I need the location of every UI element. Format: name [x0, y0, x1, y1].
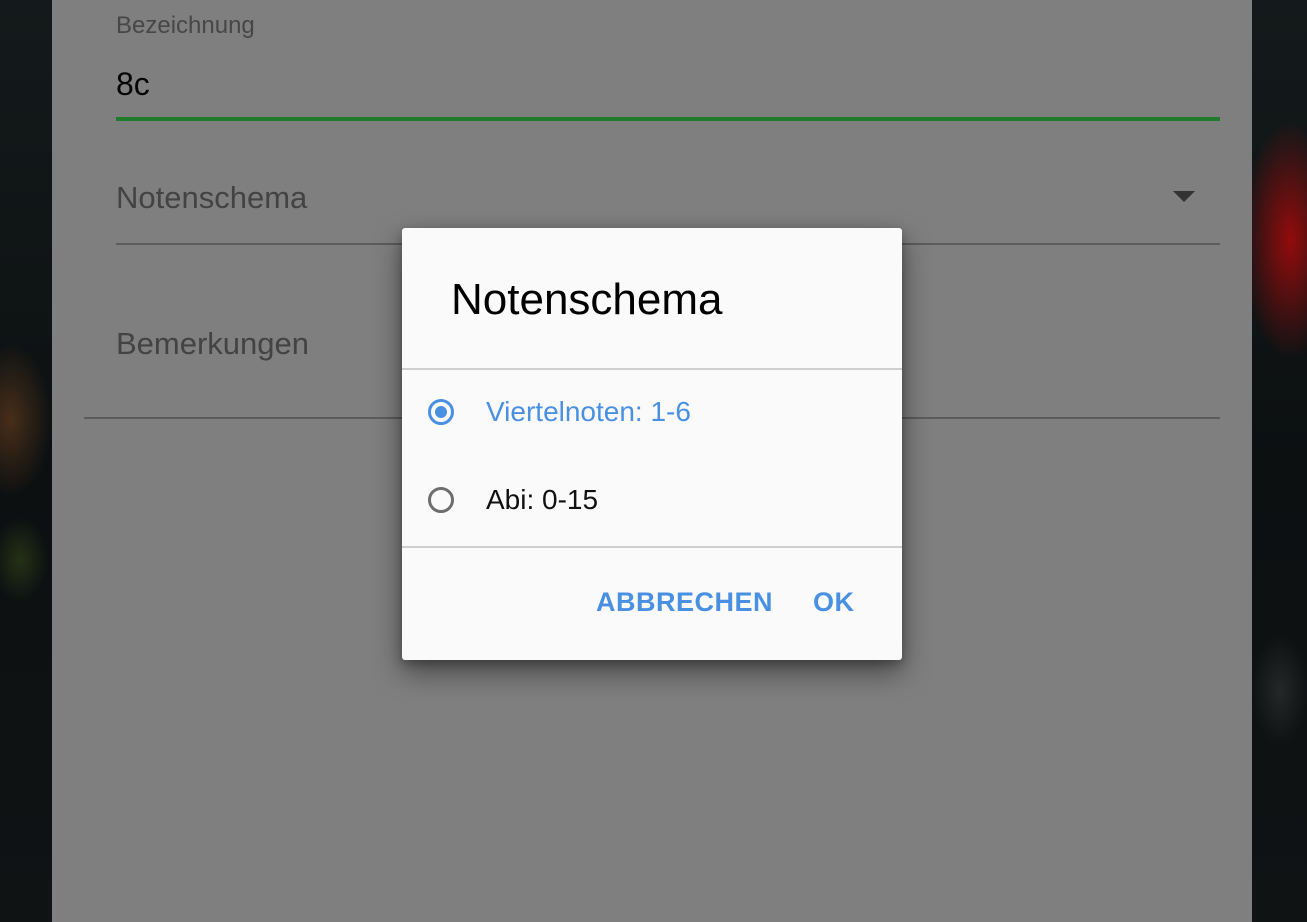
dialog-title: Notenschema	[451, 275, 723, 324]
option-label: Viertelnoten: 1-6	[486, 396, 691, 427]
option-label: Abi: 0-15	[486, 484, 599, 515]
chevron-down-icon[interactable]	[1173, 191, 1195, 202]
radio-unchecked-icon[interactable]	[428, 487, 454, 513]
name-field-label: Bezeichnung	[116, 12, 255, 39]
name-field[interactable]: 8c	[116, 66, 150, 103]
ok-button[interactable]: OK	[813, 584, 855, 620]
cancel-button[interactable]: ABBRECHEN	[596, 584, 773, 620]
grading-scheme-dialog: Notenschema Viertelnoten: 1-6 Abi: 0-15 …	[402, 228, 902, 660]
option-viertelnoten[interactable]: Viertelnoten: 1-6	[402, 372, 902, 458]
dialog-divider-top	[402, 368, 902, 370]
radio-checked-icon[interactable]	[428, 399, 454, 425]
name-field-underline	[116, 117, 1220, 121]
remarks-field[interactable]: Bemerkungen	[116, 326, 309, 362]
option-abi[interactable]: Abi: 0-15	[402, 460, 902, 546]
dialog-divider-bottom	[402, 546, 902, 548]
grading-scheme-select[interactable]: Notenschema	[116, 180, 307, 216]
